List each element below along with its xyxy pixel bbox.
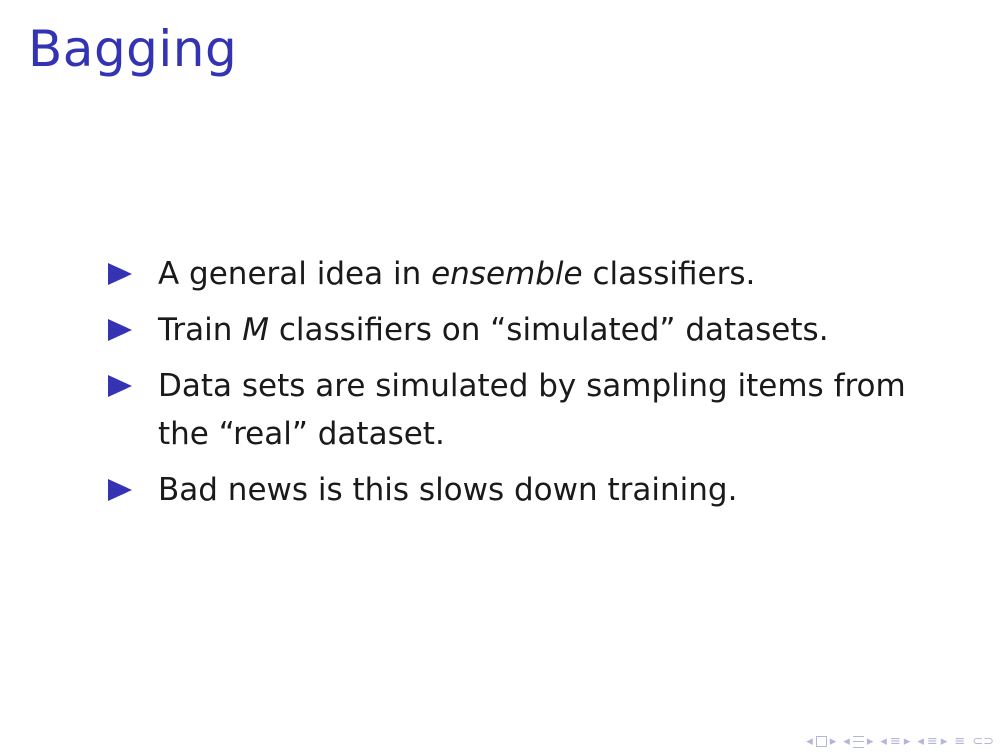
beamer-navigation-bar: ◂ ▸ ◂ ▸ ◂ ≡ ▸ ◂ ≡ ▸ ≡ ⊂⊃ bbox=[806, 735, 994, 748]
bullet-text-emphasis: ensemble bbox=[431, 256, 583, 292]
arrow-right-icon[interactable]: ▸ bbox=[941, 735, 948, 748]
bullet-text-part: Train bbox=[158, 312, 243, 348]
arrow-left-icon[interactable]: ◂ bbox=[843, 735, 850, 748]
arrow-left-icon[interactable]: ◂ bbox=[880, 735, 887, 748]
nav-subsection-group[interactable]: ◂ ▸ bbox=[843, 735, 873, 748]
slide: Bagging A general idea in ensemble class… bbox=[0, 0, 1008, 756]
bullet-text-part: Data sets are simulated by sampling item… bbox=[158, 368, 906, 452]
triangle-bullet-icon bbox=[108, 479, 132, 501]
bullet-text-part: Bad news is this slows down training. bbox=[158, 472, 738, 508]
list-item: A general idea in ensemble classifiers. bbox=[108, 250, 948, 298]
triangle-bullet-icon bbox=[108, 263, 132, 285]
section-icon[interactable]: ≡ bbox=[890, 735, 901, 748]
bullet-list: A general idea in ensemble classifiers. … bbox=[108, 250, 948, 522]
nav-frame-group[interactable]: ◂ ▸ bbox=[806, 735, 836, 748]
search-icon[interactable]: ⊂⊃ bbox=[972, 735, 994, 748]
arrow-right-icon[interactable]: ▸ bbox=[867, 735, 874, 748]
triangle-bullet-icon bbox=[108, 375, 132, 397]
bullet-text-part: A general idea in bbox=[158, 256, 432, 292]
arrow-right-icon[interactable]: ▸ bbox=[904, 735, 911, 748]
bullet-text-emphasis: M bbox=[242, 312, 269, 348]
arrow-left-icon[interactable]: ◂ bbox=[806, 735, 813, 748]
list-item: Data sets are simulated by sampling item… bbox=[108, 362, 948, 458]
list-item: Train M classifiers on “simulated” datas… bbox=[108, 306, 948, 354]
bullet-text-part: classifiers. bbox=[582, 256, 756, 292]
nav-part-group[interactable]: ◂ ≡ ▸ bbox=[917, 735, 947, 748]
part-icon[interactable]: ≡ bbox=[927, 735, 938, 748]
subsection-icon[interactable] bbox=[852, 735, 864, 748]
triangle-bullet-icon bbox=[108, 319, 132, 341]
appendix-icon[interactable]: ≡ bbox=[954, 735, 965, 748]
bullet-text-part: classifiers on “simulated” datasets. bbox=[269, 312, 829, 348]
slide-title: Bagging bbox=[28, 20, 238, 78]
nav-section-group[interactable]: ◂ ≡ ▸ bbox=[880, 735, 910, 748]
list-item: Bad news is this slows down training. bbox=[108, 466, 948, 514]
arrow-right-icon[interactable]: ▸ bbox=[830, 735, 837, 748]
frame-icon[interactable] bbox=[815, 736, 827, 747]
arrow-left-icon[interactable]: ◂ bbox=[917, 735, 924, 748]
